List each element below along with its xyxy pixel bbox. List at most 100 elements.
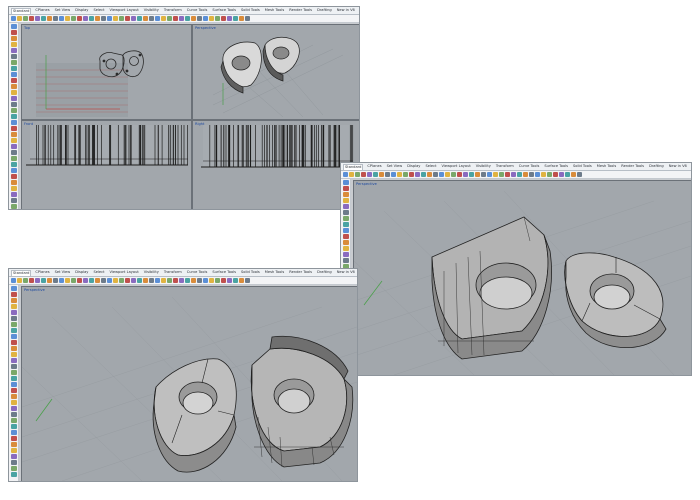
toolbar-tool-icon[interactable] [367,172,372,177]
sidebar-tool-icon[interactable] [342,252,349,257]
toolbar-tool-icon[interactable] [167,16,172,21]
toolbar-tool-icon[interactable] [107,16,112,21]
toolbar-tool-icon[interactable] [107,278,112,283]
sidebar-tool-icon[interactable] [342,210,349,215]
toolbar-tool-icon[interactable] [17,16,22,21]
sidebar-tool-icon[interactable] [10,132,17,137]
sidebar-tool-icon[interactable] [10,156,17,161]
viewport-right[interactable]: Right [192,120,359,209]
toolbar-tool-icon[interactable] [215,278,220,283]
sidebar-tool-icon[interactable] [10,292,17,297]
toolbar-tool-icon[interactable] [77,278,82,283]
toolbar-tool-icon[interactable] [463,172,468,177]
toolbar-tool-icon[interactable] [517,172,522,177]
toolbar-tool-icon[interactable] [167,278,172,283]
ribbon-tab[interactable]: Select [424,164,437,169]
sidebar-tool-icon[interactable] [10,126,17,131]
sidebar-tool-icon[interactable] [10,204,17,209]
sidebar-tool-icon[interactable] [342,228,349,233]
ribbon-tab[interactable]: Surface Tools [211,270,237,275]
ribbon-tab[interactable]: Viewport Layout [441,164,472,169]
toolbar-tool-icon[interactable] [89,278,94,283]
ribbon-tab[interactable]: New in V6 [336,270,356,275]
toolbar-tool-icon[interactable] [415,172,420,177]
toolbar-tool-icon[interactable] [197,16,202,21]
toolbar-tool-icon[interactable] [53,278,58,283]
toolbar-tool-icon[interactable] [101,16,106,21]
sidebar-tool-icon[interactable] [10,298,17,303]
ribbon-tab[interactable]: Standard [11,7,32,14]
toolbar-tool-icon[interactable] [65,16,70,21]
ribbon-tab[interactable]: CPlanes [366,164,382,169]
toolbar-tool-icon[interactable] [161,278,166,283]
sidebar-tool-icon[interactable] [10,346,17,351]
sidebar-tool-icon[interactable] [10,192,17,197]
toolbar-tool-icon[interactable] [361,172,366,177]
toolbar-tool-icon[interactable] [71,278,76,283]
toolbar-tool-icon[interactable] [59,16,64,21]
sidebar-tool-icon[interactable] [342,222,349,227]
sidebar-tool-icon[interactable] [10,424,17,429]
ribbon-tab[interactable]: Curve Tools [186,8,209,13]
ribbon-tab[interactable]: Mesh Tools [264,270,285,275]
toolbar-tool-icon[interactable] [349,172,354,177]
sidebar-tool-icon[interactable] [10,66,17,71]
toolbar-tool-icon[interactable] [131,16,136,21]
ribbon-tab[interactable]: Select [92,270,105,275]
ribbon-tab[interactable]: Display [74,8,89,13]
ribbon-tab[interactable]: Viewport Layout [109,8,140,13]
ribbon-tab[interactable]: Set View [386,164,404,169]
toolbar-tool-icon[interactable] [421,172,426,177]
toolbar-tool-icon[interactable] [77,16,82,21]
sidebar-tool-icon[interactable] [342,246,349,251]
toolbar-tool-icon[interactable] [197,278,202,283]
toolbar-tool-icon[interactable] [245,16,250,21]
sidebar-tool-icon[interactable] [10,180,17,185]
toolbar-tool-icon[interactable] [47,278,52,283]
viewport-front[interactable]: Front [21,120,192,209]
sidebar-tool-icon[interactable] [342,192,349,197]
toolbar-tool-icon[interactable] [373,172,378,177]
ribbon-tab[interactable]: Render Tools [288,270,313,275]
toolbar-tool-icon[interactable] [125,278,130,283]
sidebar-tool-icon[interactable] [342,204,349,209]
ribbon-tab[interactable]: Surface Tools [543,164,569,169]
toolbar-tool-icon[interactable] [221,16,226,21]
toolbar-tool-icon[interactable] [83,278,88,283]
ribbon-tab[interactable]: Transform [163,270,183,275]
toolbar-tool-icon[interactable] [553,172,558,177]
ribbon-tab[interactable]: Display [406,164,421,169]
sidebar-tool-icon[interactable] [342,240,349,245]
toolbar-tool-icon[interactable] [11,16,16,21]
sidebar-tool-icon[interactable] [10,472,17,477]
ribbon-tab[interactable]: Curve Tools [186,270,209,275]
toolbar-tool-icon[interactable] [227,16,232,21]
sidebar-tool-icon[interactable] [10,400,17,405]
toolbar-tool-icon[interactable] [173,16,178,21]
ribbon-tab[interactable]: Set View [54,270,72,275]
toolbar-tool-icon[interactable] [221,278,226,283]
viewport-perspective[interactable]: Perspective [21,286,357,481]
toolbar-tool-icon[interactable] [523,172,528,177]
toolbar-tool-icon[interactable] [445,172,450,177]
toolbar-tool-icon[interactable] [35,16,40,21]
ribbon-tab[interactable]: Select [92,8,105,13]
sidebar-tool-icon[interactable] [10,430,17,435]
sidebar-tool-icon[interactable] [10,406,17,411]
toolbar-tool-icon[interactable] [113,278,118,283]
ribbon-tab[interactable]: Solid Tools [240,270,261,275]
ribbon-tab[interactable]: CPlanes [34,8,50,13]
ribbon-tab[interactable]: Visibility [475,164,492,169]
toolbar-tool-icon[interactable] [23,278,28,283]
sidebar-tool-icon[interactable] [10,96,17,101]
sidebar-tool-icon[interactable] [10,114,17,119]
sidebar-tool-icon[interactable] [10,186,17,191]
toolbar-tool-icon[interactable] [559,172,564,177]
sidebar-tool-icon[interactable] [10,84,17,89]
toolbar-tool-icon[interactable] [143,278,148,283]
toolbar-tool-icon[interactable] [203,278,208,283]
toolbar-tool-icon[interactable] [385,172,390,177]
ribbon-tab[interactable]: CPlanes [34,270,50,275]
toolbar-tool-icon[interactable] [487,172,492,177]
ribbon-tab[interactable]: Display [74,270,89,275]
